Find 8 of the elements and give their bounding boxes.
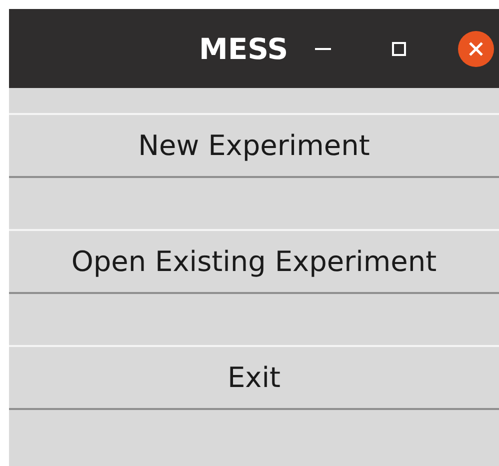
menu-button[interactable]: Exit (9, 345, 499, 410)
maximize-icon (392, 42, 406, 56)
close-button[interactable] (458, 30, 494, 66)
minimize-icon (315, 46, 331, 50)
menu-button[interactable]: Open Existing Experiment (9, 229, 499, 294)
menu-button[interactable]: New Experiment (9, 113, 499, 178)
window-title: MESS (199, 32, 290, 66)
close-icon (458, 30, 494, 66)
